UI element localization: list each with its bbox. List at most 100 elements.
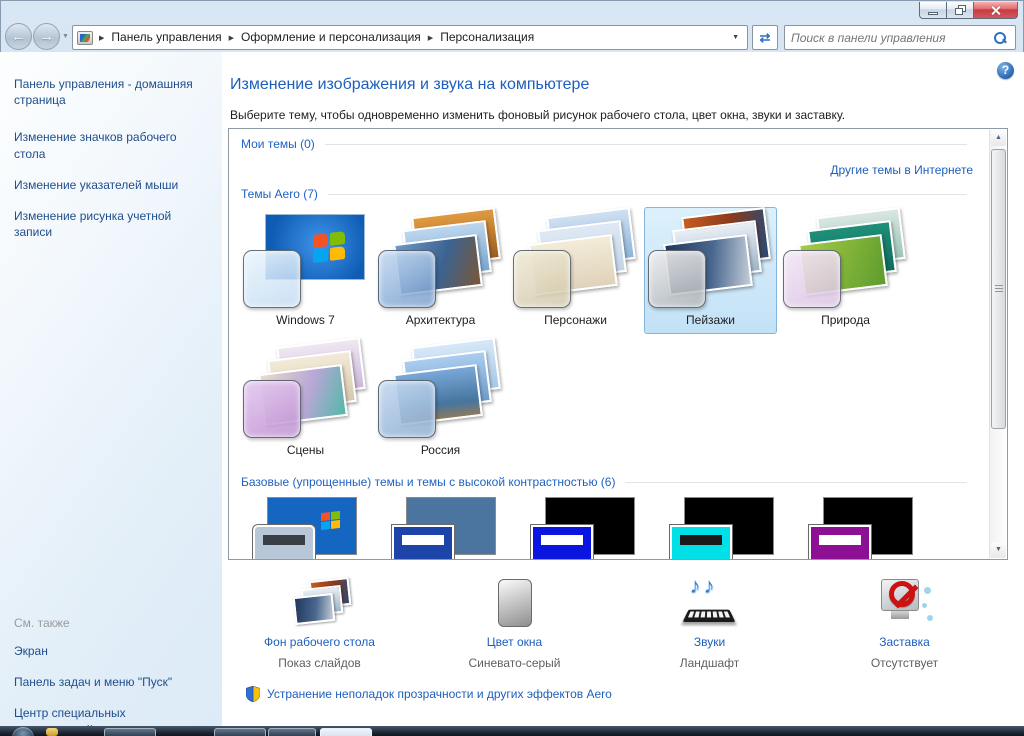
taskbar [0,726,1024,736]
personalization-icon [77,30,93,45]
theme-tile-architecture[interactable]: Архитектура [374,207,507,334]
music-notes-icon: ♪♪ [689,573,718,598]
screensaver-value: Отсутствует [870,656,939,670]
back-button[interactable]: ← [5,23,32,50]
sidebar-item-taskbar-start-menu[interactable]: Панель задач и меню "Пуск" [14,674,204,690]
address-bar[interactable]: ▶ Панель управления ▶ Оформление и персо… [72,25,748,50]
refresh-button[interactable]: ⇄ [752,25,778,50]
themes-scrollbar[interactable]: ▲ ▼ [989,130,1006,558]
theme-thumbnail [378,207,503,310]
minimize-icon [928,11,938,15]
sidebar-item-display[interactable]: Экран [14,643,204,659]
group-basic-themes-label: Базовые (упрощенные) темы и темы с высок… [241,475,616,489]
basic-theme-tile-high-contrast-1[interactable] [531,497,635,559]
folder-icon[interactable] [46,728,58,736]
sidebar-item-home[interactable]: Панель управления - домашняя страница [14,76,204,108]
theme-tile-scenes[interactable]: Сцены [239,337,372,464]
window-color-link[interactable]: Цвет окна [417,635,612,649]
recent-pages-chevron[interactable]: ▼ [62,33,69,40]
taskbar-button[interactable] [320,728,372,736]
close-button[interactable] [974,2,1018,19]
aero-troubleshoot-label: Устранение неполадок прозрачности и друг… [267,687,612,701]
theme-tile-nature[interactable]: Природа [779,207,912,334]
keyboard-icon [682,609,735,623]
theme-thumbnail [243,212,368,310]
main-panel: ? Изменение изображения и звука на компь… [222,52,1024,726]
get-more-themes-link[interactable]: Другие темы в Интернете [830,163,973,177]
sounds-value: Ландшафт [679,656,740,670]
desktop-background-icon [290,576,351,627]
taskbar-button[interactable] [268,728,316,736]
basic-themes-row [241,497,971,559]
group-aero-themes: Темы Aero (7) [241,187,967,201]
scrollbar-grip-icon [994,285,1003,293]
sidebar-item-account-picture[interactable]: Изменение рисунка учетной записи [14,208,204,240]
basic-theme-tile-classic[interactable] [392,497,496,559]
sidebar-item-desktop-icons[interactable]: Изменение значков рабочего стола [14,129,204,161]
no-screensaver-icon [888,581,915,607]
theme-settings-row: Фон рабочего стола Показ слайдов Цвет ок… [222,573,1002,670]
taskbar-button[interactable] [214,728,266,736]
scroll-down-icon[interactable]: ▼ [991,542,1006,558]
scroll-up-icon[interactable]: ▲ [991,130,1006,146]
group-basic-themes: Базовые (упрощенные) темы и темы с высок… [241,475,967,489]
breadcrumb-appearance[interactable]: Оформление и персонализация [235,26,427,49]
theme-label: Архитектура [405,313,476,327]
taskbar-button[interactable] [104,728,156,736]
window-color-setting[interactable]: Цвет окна Синевато-серый [417,575,612,670]
start-button[interactable] [12,727,34,736]
theme-glass-icon [378,250,436,308]
theme-tile-landscapes-selected[interactable]: Пейзажи [644,207,777,334]
theme-tile-russia[interactable]: Россия [374,337,507,464]
sounds-icon: ♪♪ [682,573,736,627]
theme-thumbnail [648,207,773,310]
theme-glass-icon [648,250,706,308]
screensaver-setting[interactable]: Заставка Отсутствует [807,575,1002,670]
breadcrumb-arrow-icon: ▶ [228,34,235,42]
search-box [784,25,1016,50]
see-also-section: См. также Экран Панель задач и меню "Пус… [14,610,204,736]
breadcrumb-control-panel[interactable]: Панель управления [105,26,227,49]
window-content: Панель управления - домашняя страница Из… [0,52,1024,736]
theme-tile-characters[interactable]: Персонажи [509,207,642,334]
aero-troubleshoot-link[interactable]: Устранение неполадок прозрачности и друг… [246,686,612,702]
search-icon[interactable] [993,31,1007,45]
basic-theme-tile-windows7-basic[interactable] [253,497,357,559]
theme-glass-icon [378,380,436,438]
scrollbar-thumb[interactable] [991,149,1006,429]
breadcrumb-personalization[interactable]: Персонализация [434,26,540,49]
theme-glass-icon [243,250,301,308]
search-input[interactable] [785,30,993,45]
screensaver-icon [877,577,933,627]
page-title: Изменение изображения и звука на компьют… [230,76,590,93]
theme-label: Природа [821,313,870,327]
aero-themes-row-1: Windows 7 Архитектура Персонажи Пейзажи … [239,207,914,334]
windows-logo-icon [321,510,340,531]
themes-list: Мои темы (0) Другие темы в Интернете Тем… [228,128,1008,560]
group-aero-themes-label: Темы Aero (7) [241,187,318,201]
sidebar-item-mouse-pointers[interactable]: Изменение указателей мыши [14,177,204,193]
basic-theme-tile-high-contrast-3[interactable] [809,497,913,559]
restore-button[interactable] [947,2,974,19]
title-bar [0,0,1024,22]
breadcrumb-arrow-icon: ▶ [99,34,105,42]
basic-theme-tile-high-contrast-2[interactable] [670,497,774,559]
minimize-button[interactable] [919,2,947,19]
theme-thumbnail [243,337,368,440]
screensaver-link[interactable]: Заставка [807,635,1002,649]
desktop-background-link[interactable]: Фон рабочего стола [222,635,417,649]
sounds-setting[interactable]: ♪♪ Звуки Ландшафт [612,573,807,670]
forward-button[interactable]: → [33,23,60,50]
theme-glass-icon [513,250,571,308]
help-icon[interactable]: ? [997,62,1014,79]
theme-tile-windows7[interactable]: Windows 7 [239,207,372,334]
theme-thumbnail [513,207,638,310]
breadcrumb-arrow-icon: ▶ [427,34,434,42]
theme-glass-icon [783,250,841,308]
desktop-background-setting[interactable]: Фон рабочего стола Показ слайдов [222,575,417,670]
close-icon [990,5,1001,16]
address-dropdown-icon[interactable]: ▼ [724,34,747,41]
sounds-link[interactable]: Звуки [612,635,807,649]
group-my-themes: Мои темы (0) [241,137,967,151]
navigation-toolbar: ← → ▼ ▶ Панель управления ▶ Оформление и… [0,22,1024,52]
